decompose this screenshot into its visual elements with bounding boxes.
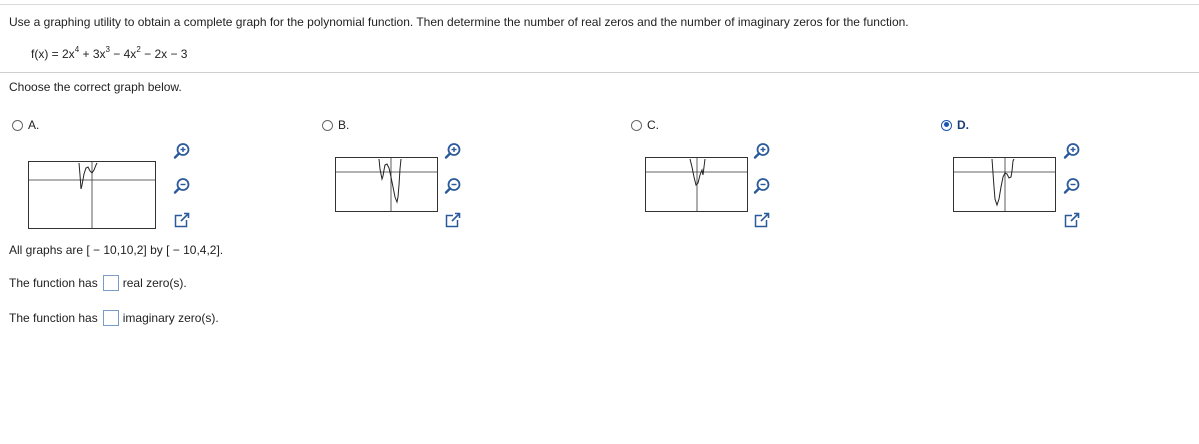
zoom-out-icon-c[interactable] <box>753 177 771 195</box>
answer-row-imaginary: The function has imaginary zero(s). <box>9 310 219 326</box>
option-a[interactable]: A. <box>12 118 39 132</box>
radio-option-a[interactable] <box>12 119 23 131</box>
option-b-label: B. <box>338 118 350 132</box>
graph-option-d[interactable] <box>953 157 1056 212</box>
answer-row-real: The function has real zero(s). <box>9 275 187 291</box>
answer1-suffix: real zero(s). <box>122 276 187 290</box>
graph-window-note: All graphs are [ − 10,10,2] by [ − 10,4,… <box>9 243 224 257</box>
question-divider <box>0 72 1199 73</box>
option-c-label: C. <box>647 118 659 132</box>
imaginary-zeros-input[interactable] <box>102 310 119 326</box>
zoom-in-icon-a[interactable] <box>173 142 191 160</box>
question-text: Use a graphing utility to obtain a compl… <box>9 15 909 29</box>
popout-icon-c[interactable] <box>753 211 771 229</box>
graph-option-c[interactable] <box>645 157 748 212</box>
choose-prompt: Choose the correct graph below. <box>9 80 182 94</box>
top-divider <box>0 4 1199 5</box>
zoom-in-icon-c[interactable] <box>753 142 771 160</box>
real-zeros-input[interactable] <box>102 275 119 291</box>
option-d[interactable]: D. <box>941 118 969 132</box>
function-expression: f(x) = 2x4 + 3x3 − 4x2 − 2x − 3 <box>31 45 188 62</box>
popout-icon-b[interactable] <box>444 211 462 229</box>
popout-icon-d[interactable] <box>1063 211 1081 229</box>
option-d-label: D. <box>957 118 969 132</box>
zoom-out-icon-b[interactable] <box>444 177 462 195</box>
answer2-prefix: The function has <box>9 311 98 325</box>
option-b[interactable]: B. <box>322 118 349 132</box>
answer2-suffix: imaginary zero(s). <box>122 311 219 325</box>
zoom-in-icon-b[interactable] <box>444 142 462 160</box>
option-c[interactable]: C. <box>631 118 659 132</box>
graph-option-b[interactable] <box>335 157 438 212</box>
option-a-label: A. <box>28 118 40 132</box>
radio-option-b[interactable] <box>322 119 333 131</box>
zoom-in-icon-d[interactable] <box>1063 142 1081 160</box>
answer1-prefix: The function has <box>9 276 98 290</box>
radio-option-c[interactable] <box>631 119 642 131</box>
popout-icon-a[interactable] <box>173 211 191 229</box>
zoom-out-icon-d[interactable] <box>1063 177 1081 195</box>
radio-option-d[interactable] <box>941 119 952 131</box>
graph-option-a[interactable] <box>28 161 156 229</box>
zoom-out-icon-a[interactable] <box>173 177 191 195</box>
